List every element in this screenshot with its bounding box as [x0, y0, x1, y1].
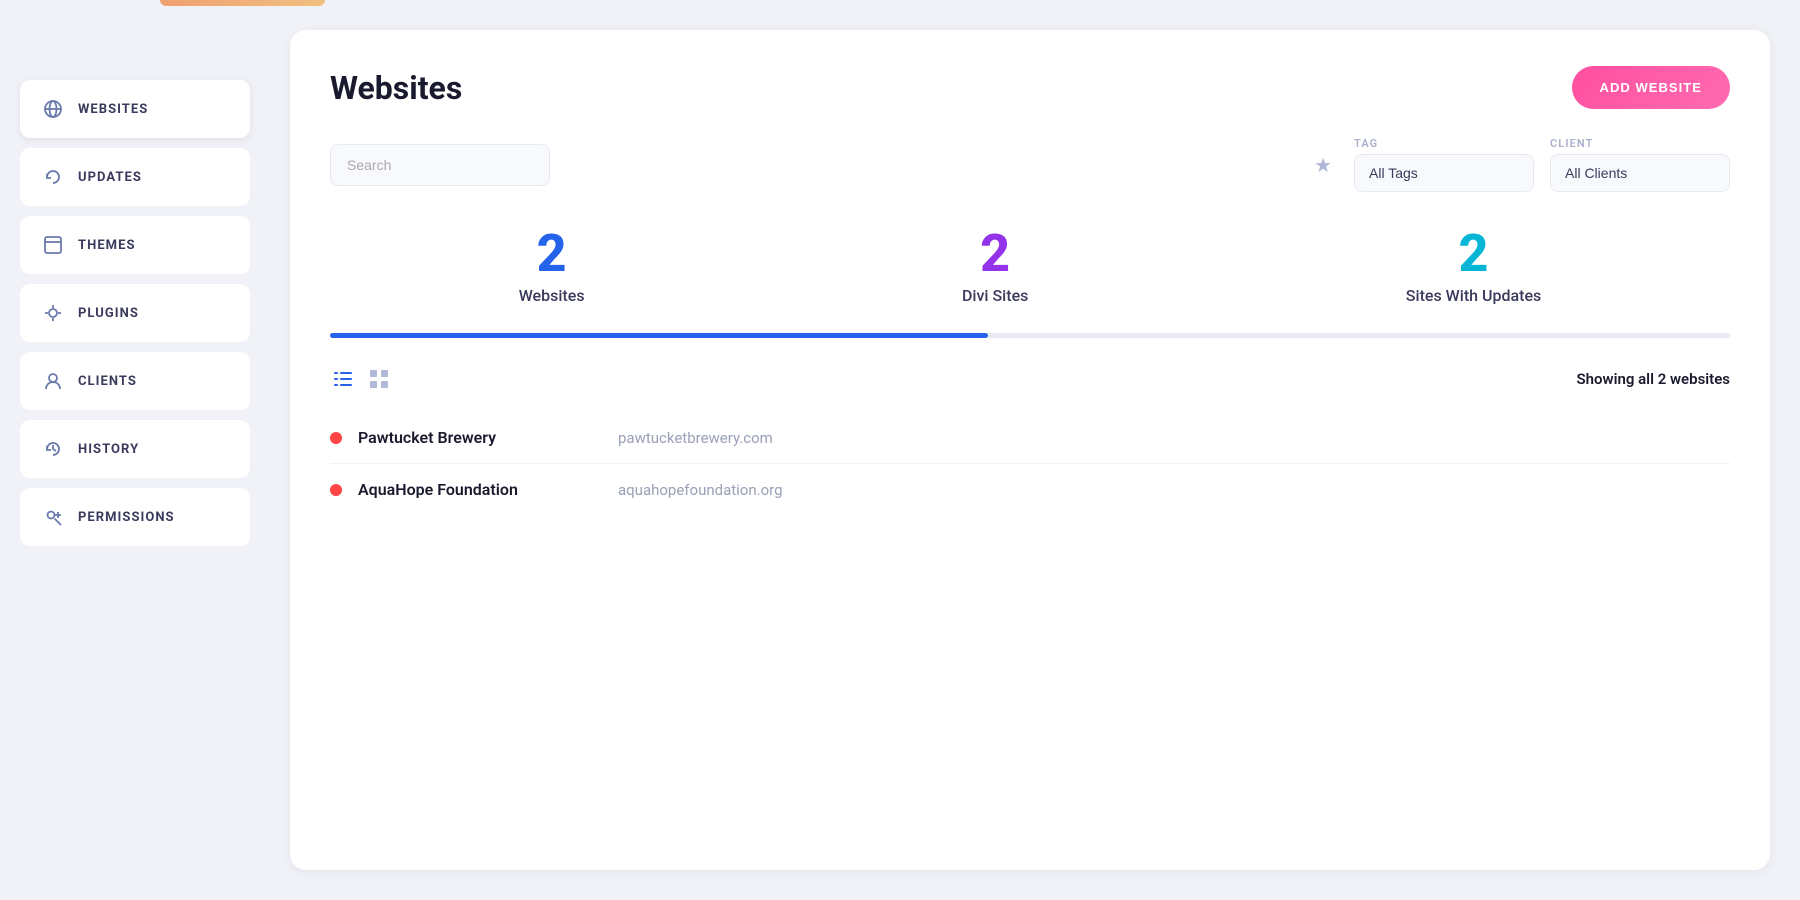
sidebar-item-label-plugins: PLUGINS	[78, 306, 139, 321]
status-dot-icon	[330, 432, 342, 444]
favorites-star-icon[interactable]: ★	[1314, 153, 1332, 177]
sidebar-item-updates[interactable]: UPDATES	[20, 148, 250, 206]
client-filter-label: CLIENT	[1550, 137, 1730, 150]
sidebar-item-label-permissions: PERMISSIONS	[78, 510, 175, 525]
stat-label: Divi Sites	[962, 286, 1028, 305]
tag-filter-group: TAG All Tags	[1354, 137, 1534, 192]
grid-view-button[interactable]	[366, 366, 392, 392]
sidebar-item-label-clients: CLIENTS	[78, 374, 137, 389]
sidebar: WEBSITES UPDATES THEMES PLUGINS CLIENTS HISTO…	[0, 0, 270, 900]
sidebar-item-label-updates: UPDATES	[78, 170, 142, 185]
website-list: Pawtucket Brewery pawtucketbrewery.com Aqu…	[330, 412, 1730, 515]
client-filter-select[interactable]: All Clients	[1550, 154, 1730, 192]
status-dot-icon	[330, 484, 342, 496]
history-icon	[42, 438, 64, 460]
page-header: Websites ADD WEBSITE	[330, 66, 1730, 109]
website-name: Pawtucket Brewery	[358, 428, 578, 447]
sidebar-item-permissions[interactable]: PERMISSIONS	[20, 488, 250, 546]
sidebar-item-label-websites: WEBSITES	[78, 102, 148, 117]
stat-sites-with-updates: 2 Sites With Updates	[1406, 228, 1541, 305]
search-input[interactable]	[330, 144, 550, 186]
website-url: pawtucketbrewery.com	[618, 429, 773, 447]
updates-icon	[42, 166, 64, 188]
websites-icon	[42, 98, 64, 120]
tag-filter-label: TAG	[1354, 137, 1534, 150]
content-card: Websites ADD WEBSITE ★ TAG All Tags CLIE…	[290, 30, 1770, 870]
progress-bar-container	[330, 333, 1730, 338]
permissions-icon	[42, 506, 64, 528]
sidebar-item-websites[interactable]: WEBSITES	[20, 80, 250, 138]
sidebar-item-plugins[interactable]: PLUGINS	[20, 284, 250, 342]
client-filter-group: CLIENT All Clients	[1550, 137, 1730, 192]
website-url: aquahopefoundation.org	[618, 481, 783, 499]
stat-websites: 2 Websites	[519, 228, 585, 305]
stat-number: 2	[537, 228, 567, 280]
sidebar-item-label-themes: THEMES	[78, 238, 136, 253]
themes-icon	[42, 234, 64, 256]
sidebar-item-label-history: HISTORY	[78, 442, 139, 457]
website-name: AquaHope Foundation	[358, 480, 578, 499]
stat-label: Sites With Updates	[1406, 286, 1541, 305]
plugins-icon	[42, 302, 64, 324]
stat-divi-sites: 2 Divi Sites	[962, 228, 1028, 305]
filter-row: ★ TAG All Tags CLIENT All Clients	[330, 137, 1730, 192]
list-view-button[interactable]	[330, 366, 356, 392]
view-toggle-group	[330, 366, 392, 392]
stat-number: 2	[980, 228, 1010, 280]
table-row[interactable]: Pawtucket Brewery pawtucketbrewery.com	[330, 412, 1730, 464]
stats-row: 2 Websites 2 Divi Sites 2 Sites With Updates	[330, 228, 1730, 333]
sidebar-item-history[interactable]: HISTORY	[20, 420, 250, 478]
list-controls: Showing all 2 websites	[330, 366, 1730, 392]
stat-label: Websites	[519, 286, 585, 305]
clients-icon	[42, 370, 64, 392]
sidebar-item-themes[interactable]: THEMES	[20, 216, 250, 274]
page-title: Websites	[330, 69, 462, 107]
table-row[interactable]: AquaHope Foundation aquahopefoundation.or…	[330, 464, 1730, 515]
sidebar-item-clients[interactable]: CLIENTS	[20, 352, 250, 410]
tag-filter-select[interactable]: All Tags	[1354, 154, 1534, 192]
add-website-button[interactable]: ADD WEBSITE	[1572, 66, 1730, 109]
progress-bar-fill	[330, 333, 988, 338]
stat-number: 2	[1459, 228, 1489, 280]
showing-label: Showing all 2 websites	[1576, 370, 1730, 388]
main-content: Websites ADD WEBSITE ★ TAG All Tags CLIE…	[270, 0, 1800, 900]
